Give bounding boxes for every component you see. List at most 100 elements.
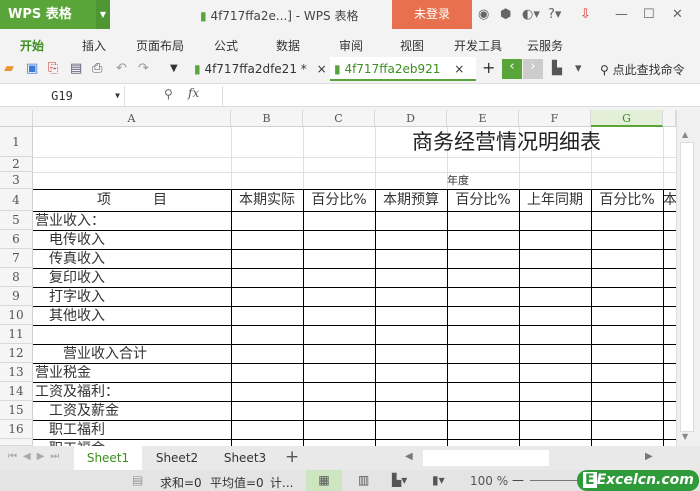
feedback-icon[interactable]: ◐▾ bbox=[522, 7, 540, 22]
item-cell[interactable]: 工资及福利： bbox=[35, 383, 231, 401]
help-icon[interactable]: ?▾ bbox=[548, 7, 561, 22]
scroll-up-icon[interactable]: ▲ bbox=[682, 130, 688, 139]
page-break-view-icon[interactable]: ▥ bbox=[358, 473, 369, 487]
download-icon[interactable]: ⇩ bbox=[580, 7, 591, 22]
header-cell-h[interactable]: 本 bbox=[663, 190, 676, 211]
header-cell-b[interactable]: 本期实际 bbox=[231, 190, 303, 211]
header-cell-f[interactable]: 上年同期 bbox=[519, 190, 591, 211]
item-cell[interactable]: 营业收入： bbox=[35, 212, 231, 230]
normal-view-icon[interactable]: ▦ bbox=[306, 470, 342, 491]
next-tab-icon[interactable]: › bbox=[523, 59, 543, 79]
sheet-title[interactable]: 商务经营情况明细表 bbox=[33, 127, 663, 157]
open-icon[interactable]: ▰ bbox=[4, 61, 14, 76]
tab-developer[interactable]: 开发工具 bbox=[454, 37, 502, 54]
tab-formulas[interactable]: 公式 bbox=[214, 37, 238, 54]
item-cell[interactable]: 复印收入 bbox=[35, 269, 231, 287]
tab-data[interactable]: 数据 bbox=[276, 37, 300, 54]
export-pdf-icon[interactable]: ⎘ bbox=[48, 61, 58, 76]
print-preview-icon[interactable]: ⎙ bbox=[92, 61, 102, 76]
minimize-icon[interactable]: — bbox=[615, 7, 628, 22]
zoom-level[interactable]: 100 % bbox=[470, 474, 508, 488]
header-cell-e[interactable]: 百分比% bbox=[447, 190, 519, 211]
sheet-tab-3[interactable]: Sheet3 bbox=[212, 446, 278, 470]
new-tab-icon[interactable]: + bbox=[482, 58, 495, 77]
header-cell-item[interactable]: 项 目 bbox=[33, 190, 231, 211]
row-header[interactable]: 10 bbox=[0, 306, 33, 325]
row-header[interactable]: 2 bbox=[0, 157, 33, 172]
item-cell[interactable]: 打字收入 bbox=[35, 288, 231, 306]
formula-input[interactable] bbox=[222, 86, 700, 106]
skin-icon[interactable]: ◉ bbox=[478, 7, 489, 22]
horizontal-scroll-thumb[interactable] bbox=[423, 450, 549, 466]
vertical-scrollbar[interactable]: ▲ ▼ bbox=[676, 110, 700, 446]
tab-cloud[interactable]: 云服务 bbox=[527, 37, 563, 54]
column-header-g[interactable]: G bbox=[591, 110, 663, 127]
zoom-formula-icon[interactable]: ⚲ bbox=[164, 87, 173, 101]
save-icon[interactable]: ▣ bbox=[26, 61, 38, 76]
close-tab-icon[interactable]: × bbox=[454, 62, 464, 76]
row-header[interactable]: 13 bbox=[0, 363, 33, 382]
reading-layout-icon[interactable]: ▙▾ bbox=[392, 473, 407, 487]
scroll-right-icon[interactable]: ▶ bbox=[645, 451, 653, 462]
item-cell[interactable]: 电传收入 bbox=[35, 231, 231, 249]
tab-view[interactable]: 视图 bbox=[400, 37, 424, 54]
item-cell[interactable]: 工资及薪金 bbox=[35, 402, 231, 420]
row-header[interactable]: 11 bbox=[0, 325, 33, 344]
row-header[interactable]: 5 bbox=[0, 211, 33, 230]
tab-review[interactable]: 审阅 bbox=[339, 37, 363, 54]
scroll-thumb[interactable] bbox=[680, 142, 694, 432]
name-box[interactable]: G19 ▼ bbox=[0, 86, 125, 106]
column-header-f[interactable]: F bbox=[519, 110, 591, 127]
doc-tab-1[interactable]: ▮ 4f717ffa2dfe21 * × bbox=[190, 57, 330, 81]
row-header[interactable]: 15 bbox=[0, 401, 33, 420]
eye-protection-icon[interactable]: ▮▾ bbox=[432, 473, 445, 487]
row-header[interactable]: 8 bbox=[0, 268, 33, 287]
fx-icon[interactable]: fx bbox=[188, 86, 199, 100]
undo-icon[interactable]: ↶ bbox=[116, 61, 127, 76]
spreadsheet-grid[interactable]: A B C D E F G 1 2 3 4 5 6 7 8 9 10 11 12 13 14 15 16 商务… bbox=[0, 110, 676, 446]
header-cell-c[interactable]: 百分比% bbox=[303, 190, 375, 211]
search-command[interactable]: ⚲ 点此查找命令 bbox=[600, 61, 685, 78]
column-header-d[interactable]: D bbox=[375, 110, 447, 127]
item-cell[interactable]: 营业税金 bbox=[35, 364, 231, 382]
header-cell-d[interactable]: 本期预算 bbox=[375, 190, 447, 211]
sheet-tab-1[interactable]: Sheet1 bbox=[74, 446, 142, 470]
item-cell[interactable]: 营业收入合计 bbox=[35, 345, 231, 363]
tab-start[interactable]: 开始 bbox=[20, 37, 44, 54]
print-icon[interactable]: ▤ bbox=[70, 61, 82, 76]
prev-tab-icon[interactable]: ‹ bbox=[502, 59, 522, 79]
maximize-icon[interactable]: ☐ bbox=[643, 7, 655, 22]
item-cell[interactable]: 职工福利 bbox=[35, 421, 231, 439]
scroll-left-icon[interactable]: ◀ bbox=[405, 451, 413, 462]
zoom-out-icon[interactable]: — bbox=[512, 473, 524, 487]
column-header-h[interactable] bbox=[663, 110, 676, 127]
header-cell-g[interactable]: 百分比% bbox=[591, 190, 663, 211]
row-header[interactable]: 6 bbox=[0, 230, 33, 249]
select-all-corner[interactable] bbox=[0, 110, 33, 127]
row-header[interactable]: 16 bbox=[0, 420, 33, 439]
list-icon[interactable]: ▤ bbox=[132, 473, 143, 487]
row-header[interactable]: 3 bbox=[0, 172, 33, 189]
row-header[interactable]: 12 bbox=[0, 344, 33, 363]
column-header-c[interactable]: C bbox=[303, 110, 375, 127]
column-header-a[interactable]: A bbox=[33, 110, 231, 127]
close-tab-icon[interactable]: × bbox=[317, 62, 327, 76]
wps-menu-button[interactable]: WPS 表格 ▼ bbox=[0, 0, 110, 29]
column-header-e[interactable]: E bbox=[447, 110, 519, 127]
add-sheet-icon[interactable]: + bbox=[285, 447, 299, 467]
item-cell[interactable]: 其他收入 bbox=[35, 307, 231, 325]
column-header-b[interactable]: B bbox=[231, 110, 303, 127]
doc-tab-2[interactable]: ▮ 4f717ffa2eb921 × bbox=[330, 57, 476, 81]
tab-menu-icon[interactable]: ▾ bbox=[575, 61, 582, 76]
item-cell[interactable] bbox=[35, 326, 231, 344]
sheet-nav-icons[interactable]: ⏮◀▶⏭ bbox=[8, 451, 65, 462]
row-header[interactable]: 7 bbox=[0, 249, 33, 268]
screen-icon[interactable]: ▙ bbox=[552, 61, 562, 76]
row-header[interactable]: 4 bbox=[0, 189, 33, 211]
row-header[interactable]: 1 bbox=[0, 127, 33, 157]
item-cell[interactable]: 传真收入 bbox=[35, 250, 231, 268]
row-header[interactable]: 9 bbox=[0, 287, 33, 306]
redo-icon[interactable]: ↷ bbox=[138, 61, 149, 76]
more-icon[interactable]: ▼ bbox=[170, 63, 178, 74]
tab-insert[interactable]: 插入 bbox=[82, 37, 106, 54]
